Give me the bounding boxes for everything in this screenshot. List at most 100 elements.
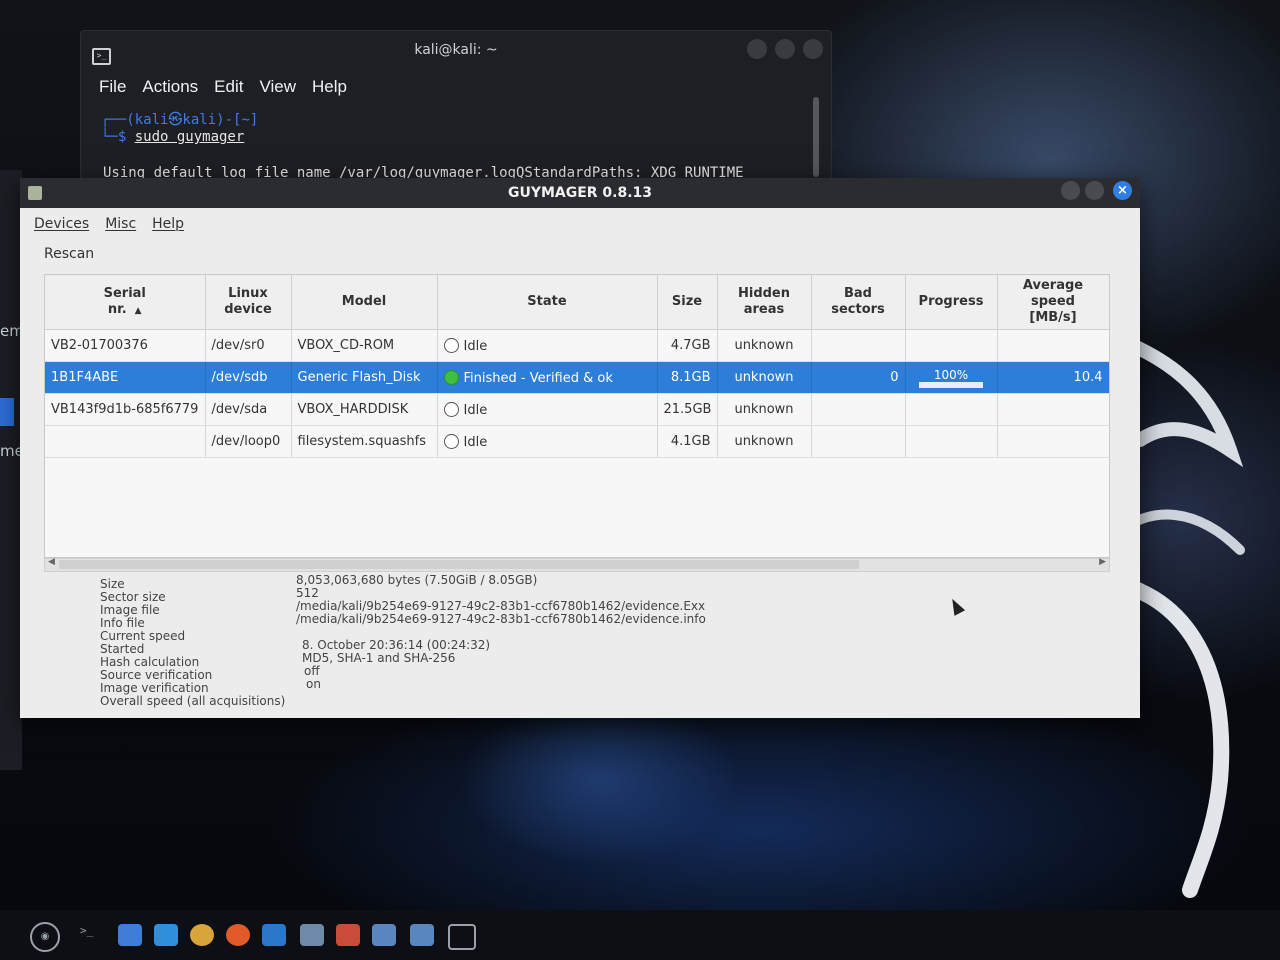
camera-icon[interactable] (300, 924, 324, 946)
column-size[interactable]: Size (657, 275, 718, 330)
detail-label-overall-speed: Overall speed (all acquisitions) (100, 694, 286, 708)
cell-device: /dev/sdb (205, 361, 292, 394)
burp-icon[interactable] (226, 924, 250, 946)
terminal-prompt: ┌──(kali㉿kali)-[~] (101, 112, 259, 128)
terminal-command: sudo guymager (134, 129, 245, 145)
progress-label: 100% (933, 367, 969, 382)
cell-serial: 1B1F4ABE (45, 361, 206, 394)
menu-file[interactable]: File (99, 77, 126, 97)
close-button[interactable] (803, 39, 823, 59)
minimize-button[interactable] (747, 39, 767, 59)
table-row[interactable]: VB2-01700376 /dev/sr0 VBOX_CD-ROM Idle 4… (45, 329, 1109, 362)
terminal-title: kali@kali: ~ (414, 42, 498, 58)
cell-model: VBOX_CD-ROM (291, 329, 438, 362)
cell-speed (997, 393, 1109, 426)
terminal-window[interactable]: >_ kali@kali: ~ File Actions Edit View H… (80, 30, 832, 192)
guymager-window[interactable]: GUYMAGER 0.8.13 × Devices Misc Help Resc… (20, 178, 1140, 718)
cell-progress (905, 393, 998, 426)
terminal-titlebar[interactable]: >_ kali@kali: ~ (81, 31, 831, 71)
sort-ascending-icon: ▲ (134, 305, 142, 316)
monitor-icon[interactable] (372, 924, 396, 946)
cell-speed: 10.4 (997, 361, 1109, 394)
color-icon[interactable] (336, 924, 360, 946)
telegram-icon[interactable] (154, 924, 178, 946)
cell-state: Idle (437, 425, 658, 458)
idle-circle-icon (443, 401, 459, 417)
detail-value-info-file: /media/kali/9b254e69-9127-49c2-83b1-ccf6… (296, 612, 706, 626)
column-bad-sectors[interactable]: Bad sectors (811, 275, 906, 330)
column-progress[interactable]: Progress (905, 275, 998, 330)
menu-help[interactable]: Help (312, 77, 347, 97)
menu-view[interactable]: View (259, 77, 296, 97)
column-hidden-areas[interactable]: Hidden areas (717, 275, 812, 330)
maximize-button[interactable] (775, 39, 795, 59)
column-average-speed[interactable]: Average speed [MB/s] (997, 275, 1109, 330)
guymager-titlebar[interactable]: GUYMAGER 0.8.13 × (20, 178, 1140, 208)
maximize-button[interactable] (1085, 181, 1104, 200)
terminal-icon[interactable]: >_ (80, 924, 104, 946)
terminal-scrollbar[interactable] (813, 97, 819, 177)
cell-progress (905, 425, 998, 458)
menu-edit[interactable]: Edit (214, 77, 243, 97)
table-horizontal-scrollbar[interactable]: ◀ ▶ (44, 557, 1110, 572)
cell-device: /dev/loop0 (205, 425, 292, 458)
menu-devices[interactable]: Devices (34, 216, 89, 232)
scrollbar-thumb[interactable] (59, 560, 859, 569)
minimize-button[interactable] (1061, 181, 1080, 200)
menu-icon[interactable]: ◉ (30, 922, 60, 952)
files-icon[interactable] (118, 924, 142, 946)
cell-model: VBOX_HARDDISK (291, 393, 438, 426)
chrome-icon[interactable] (190, 924, 214, 946)
state-label: Idle (463, 434, 488, 450)
idle-circle-icon (443, 337, 459, 353)
cell-state: Idle (437, 329, 658, 362)
cell-bad (811, 425, 906, 458)
cell-hidden: unknown (717, 393, 812, 426)
cell-hidden: unknown (717, 361, 812, 394)
device-table[interactable]: Serial nr. ▲ Linux device Model State Siz… (44, 274, 1110, 558)
code-icon[interactable] (448, 924, 476, 950)
column-linux-device[interactable]: Linux device (205, 275, 292, 330)
cell-model: Generic Flash_Disk (291, 361, 438, 394)
table-row[interactable]: VB143f9d1b-685f6779 /dev/sda VBOX_HARDDI… (45, 393, 1109, 426)
guymager-toolbar: Rescan (20, 240, 1140, 268)
close-button[interactable]: × (1113, 181, 1132, 200)
cell-speed (997, 425, 1109, 458)
vscode-icon[interactable] (262, 924, 286, 946)
taskbar: ◉ >_ (0, 910, 1280, 960)
monitor2-icon[interactable] (410, 924, 434, 946)
menu-help[interactable]: Help (152, 216, 184, 232)
table-row[interactable]: /dev/loop0 filesystem.squashfs Idle 4.1G… (45, 425, 1109, 458)
left-panel-edge (0, 170, 22, 770)
cell-size: 21.5GB (657, 393, 718, 426)
cell-hidden: unknown (717, 425, 812, 458)
idle-circle-icon (443, 433, 459, 449)
prompt-prefix: └─$ (101, 129, 135, 145)
cell-bad (811, 329, 906, 362)
progress-bar: 100% (919, 368, 983, 388)
table-header: Serial nr. ▲ Linux device Model State Siz… (45, 275, 1109, 330)
close-icon: × (1117, 183, 1128, 198)
column-state[interactable]: State (437, 275, 658, 330)
cell-serial: VB143f9d1b-685f6779 (45, 393, 206, 426)
rescan-button[interactable]: Rescan (44, 246, 94, 262)
cell-progress: 100% (905, 361, 998, 394)
menu-actions[interactable]: Actions (142, 77, 198, 97)
menu-misc[interactable]: Misc (105, 216, 136, 232)
column-serial[interactable]: Serial nr. ▲ (45, 275, 206, 330)
cell-state: Idle (437, 393, 658, 426)
table-row-selected[interactable]: 1B1F4ABE /dev/sdb Generic Flash_Disk Fin… (45, 361, 1109, 394)
state-label: Idle (463, 402, 488, 418)
scroll-right-icon[interactable]: ▶ (1099, 557, 1106, 567)
scroll-left-icon[interactable]: ◀ (48, 557, 55, 567)
cell-device: /dev/sr0 (205, 329, 292, 362)
column-model[interactable]: Model (291, 275, 438, 330)
detail-value-hash: MD5, SHA-1 and SHA-256 (302, 651, 456, 665)
cell-serial: VB2-01700376 (45, 329, 206, 362)
cell-bad (811, 393, 906, 426)
progress-bar-fill (919, 381, 983, 388)
edge-highlight (0, 398, 14, 426)
state-label: Idle (463, 338, 488, 354)
cell-serial (45, 425, 206, 458)
terminal-command-line: └─$ sudo guymager (101, 129, 244, 145)
